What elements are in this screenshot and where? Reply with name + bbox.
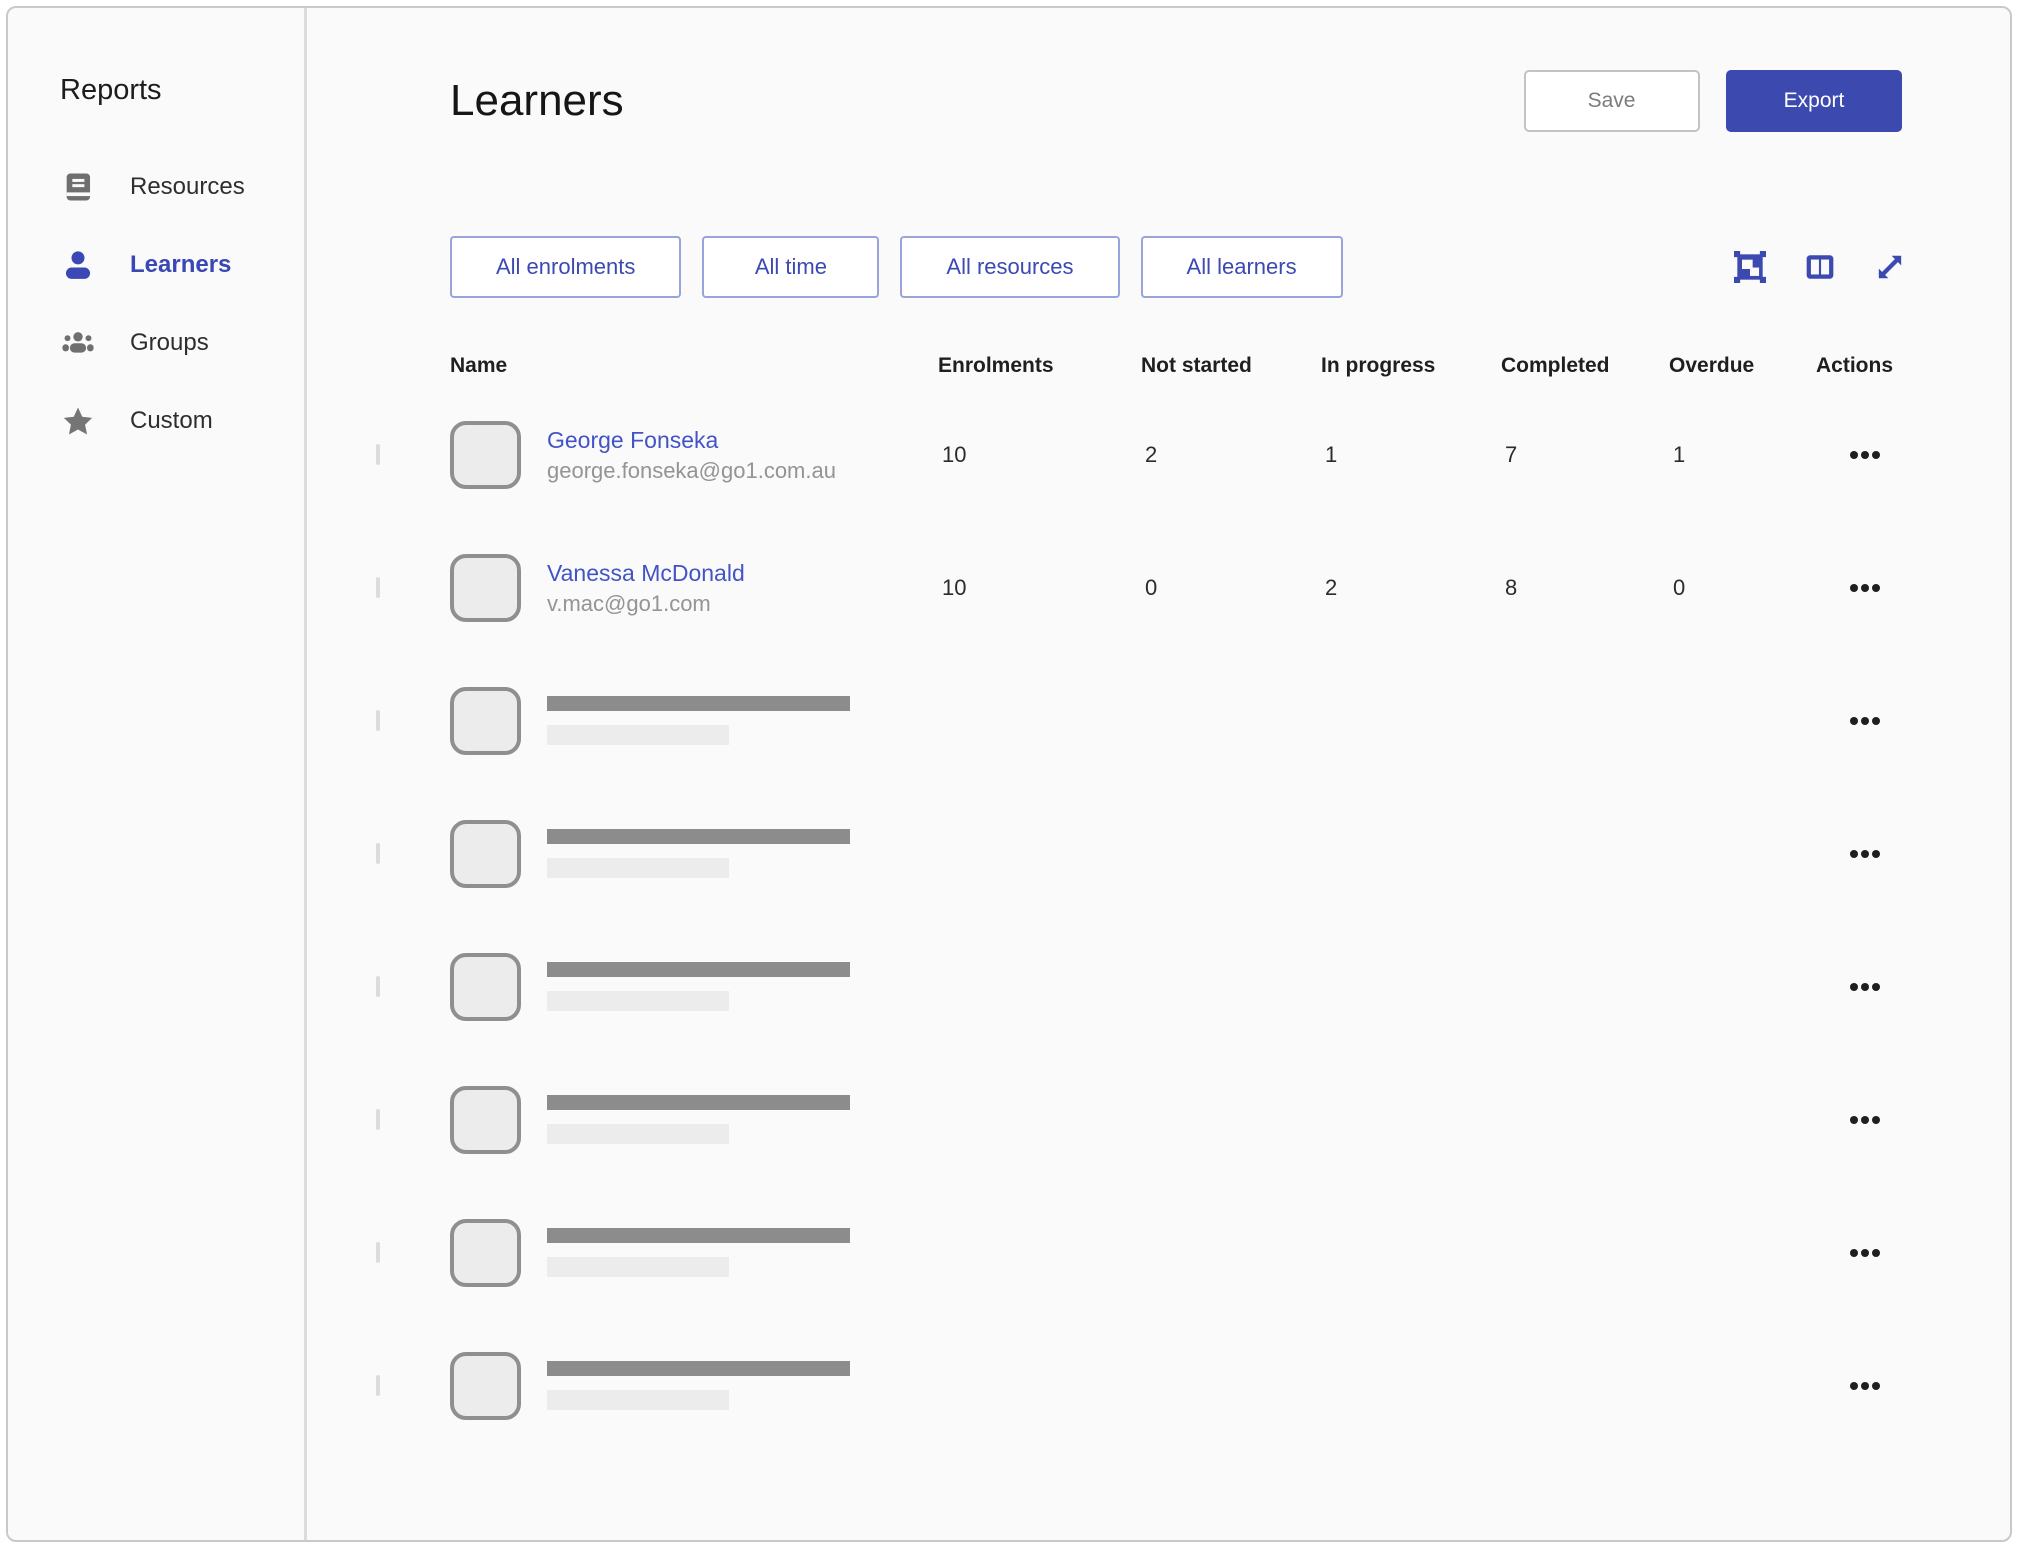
column-header-completed: Completed — [1501, 354, 1669, 378]
avatar — [450, 1219, 521, 1287]
ellipsis-icon[interactable] — [1816, 654, 1902, 787]
filter-time[interactable]: All time — [702, 236, 879, 298]
not-started-value: 2 — [1141, 442, 1321, 468]
sidebar-item-learners[interactable]: Learners — [60, 226, 304, 304]
avatar — [450, 1352, 521, 1420]
row-checkbox[interactable] — [376, 1242, 380, 1263]
not-started-value: 0 — [1141, 575, 1321, 601]
table-row-skeleton — [376, 1319, 1902, 1452]
row-checkbox[interactable] — [376, 710, 380, 731]
ellipsis-icon[interactable] — [1816, 1186, 1902, 1319]
enrolments-value: 10 — [938, 575, 1141, 601]
save-button[interactable]: Save — [1524, 70, 1700, 132]
sidebar-item-label: Groups — [130, 329, 209, 357]
email-placeholder — [547, 991, 729, 1011]
export-button[interactable]: Export — [1726, 70, 1902, 132]
sidebar-item-groups[interactable]: Groups — [60, 304, 304, 382]
group-icon — [60, 325, 96, 361]
name-placeholder — [547, 1361, 850, 1376]
email-placeholder — [547, 725, 729, 745]
column-header-actions: Actions — [1816, 354, 1902, 378]
in-progress-value: 1 — [1321, 442, 1501, 468]
avatar — [450, 820, 521, 888]
email-placeholder — [547, 1257, 729, 1277]
reports-sidebar: Reports Resources Learners — [8, 8, 307, 1540]
ellipsis-icon[interactable] — [1816, 920, 1902, 1053]
column-header-enrolments: Enrolments — [938, 354, 1141, 378]
avatar — [450, 554, 521, 622]
person-icon — [60, 247, 96, 283]
main-content: Learners Save Export All enrolments All … — [307, 8, 2010, 1540]
ellipsis-icon[interactable] — [1816, 388, 1902, 521]
learners-table: Name Enrolments Not started In progress … — [376, 344, 1902, 1452]
name-placeholder — [547, 696, 850, 711]
columns-icon[interactable] — [1804, 251, 1836, 283]
skeleton-rows — [376, 654, 1902, 1452]
table-header-row: Name Enrolments Not started In progress … — [376, 344, 1902, 388]
completed-value: 8 — [1501, 575, 1669, 601]
row-checkbox[interactable] — [376, 976, 380, 997]
learner-email: george.fonseka@go1.com.au — [547, 457, 836, 485]
table-row-skeleton — [376, 1053, 1902, 1186]
avatar — [450, 687, 521, 755]
table-row-skeleton — [376, 920, 1902, 1053]
table-row-skeleton — [376, 1186, 1902, 1319]
sidebar-nav: Resources Learners G — [60, 148, 304, 460]
book-icon — [60, 169, 96, 205]
name-placeholder — [547, 962, 850, 977]
filter-learners[interactable]: All learners — [1141, 236, 1343, 298]
sidebar-item-resources[interactable]: Resources — [60, 148, 304, 226]
row-checkbox[interactable] — [376, 1375, 380, 1396]
view-toolbar — [1734, 251, 1906, 283]
sidebar-title: Reports — [60, 72, 304, 108]
in-progress-value: 2 — [1321, 575, 1501, 601]
filter-enrolments[interactable]: All enrolments — [450, 236, 681, 298]
avatar — [450, 953, 521, 1021]
avatar — [450, 1086, 521, 1154]
page-title: Learners — [450, 76, 624, 126]
email-placeholder — [547, 858, 729, 878]
overdue-value: 0 — [1669, 575, 1816, 601]
sidebar-item-label: Learners — [130, 251, 231, 279]
filter-resources[interactable]: All resources — [900, 236, 1119, 298]
column-header-name: Name — [450, 354, 938, 378]
ellipsis-icon[interactable] — [1816, 787, 1902, 920]
table-row-skeleton — [376, 654, 1902, 787]
enrolments-value: 10 — [938, 442, 1141, 468]
email-placeholder — [547, 1124, 729, 1144]
row-checkbox[interactable] — [376, 577, 380, 598]
frame-icon[interactable] — [1734, 251, 1766, 283]
filter-bar: All enrolments All time All resources Al… — [376, 236, 1902, 298]
completed-value: 7 — [1501, 442, 1669, 468]
table-row: George Fonseka george.fonseka@go1.com.au… — [376, 388, 1902, 521]
sidebar-item-custom[interactable]: Custom — [60, 382, 304, 460]
learner-email: v.mac@go1.com — [547, 590, 745, 618]
overdue-value: 1 — [1669, 442, 1816, 468]
row-checkbox[interactable] — [376, 444, 380, 465]
table-row: Vanessa McDonald v.mac@go1.com 10 0 2 8 … — [376, 521, 1902, 654]
row-checkbox[interactable] — [376, 1109, 380, 1130]
app-window: Reports Resources Learners — [6, 6, 2012, 1542]
name-placeholder — [547, 829, 850, 844]
header-actions: Save Export — [1524, 70, 1902, 132]
table-row-skeleton — [376, 787, 1902, 920]
star-icon — [60, 403, 96, 439]
avatar — [450, 421, 521, 489]
name-placeholder — [547, 1095, 850, 1110]
name-placeholder — [547, 1228, 850, 1243]
page-header: Learners Save Export — [376, 70, 1902, 132]
row-checkbox[interactable] — [376, 843, 380, 864]
sidebar-item-label: Custom — [130, 407, 213, 435]
expand-icon[interactable] — [1874, 251, 1906, 283]
column-header-overdue: Overdue — [1669, 354, 1816, 378]
column-header-in-progress: In progress — [1321, 354, 1501, 378]
sidebar-item-label: Resources — [130, 173, 245, 201]
ellipsis-icon[interactable] — [1816, 521, 1902, 654]
column-header-not-started: Not started — [1141, 354, 1321, 378]
learner-name-link[interactable]: George Fonseka — [547, 427, 718, 453]
learner-name-link[interactable]: Vanessa McDonald — [547, 560, 745, 586]
ellipsis-icon[interactable] — [1816, 1319, 1902, 1452]
ellipsis-icon[interactable] — [1816, 1053, 1902, 1186]
email-placeholder — [547, 1390, 729, 1410]
